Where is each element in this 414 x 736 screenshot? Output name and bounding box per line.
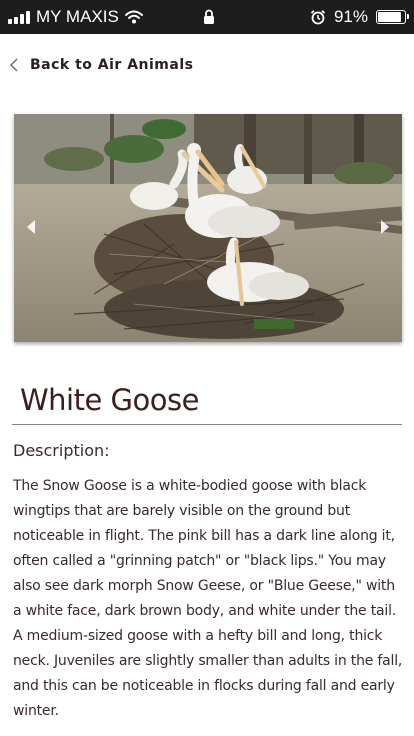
next-image-arrow-icon[interactable]	[380, 219, 390, 235]
signal-strength-icon	[8, 10, 30, 24]
back-link-label: Back to Air Animals	[30, 57, 194, 73]
battery-icon	[376, 10, 409, 24]
previous-image-arrow-icon[interactable]	[26, 219, 36, 235]
status-right: 91%	[310, 0, 409, 34]
wifi-icon	[124, 10, 143, 24]
animal-title: White Goose	[20, 383, 199, 418]
status-left: MY MAXIS	[8, 0, 143, 34]
battery-level	[378, 12, 401, 22]
description-label: Description:	[13, 441, 110, 460]
pelicans-nesting-photo	[14, 114, 402, 342]
carrier-name: MY MAXIS	[36, 7, 119, 26]
status-bar: MY MAXIS 91%	[0, 0, 414, 34]
description-text: The Snow Goose is a white-bodied goose w…	[13, 478, 403, 719]
divider	[12, 424, 402, 425]
chevron-left-icon	[10, 58, 18, 72]
lock-icon	[204, 9, 214, 24]
back-to-air-animals-link[interactable]: Back to Air Animals	[10, 52, 193, 78]
alarm-icon	[310, 10, 326, 25]
battery-percent: 91%	[333, 7, 368, 26]
